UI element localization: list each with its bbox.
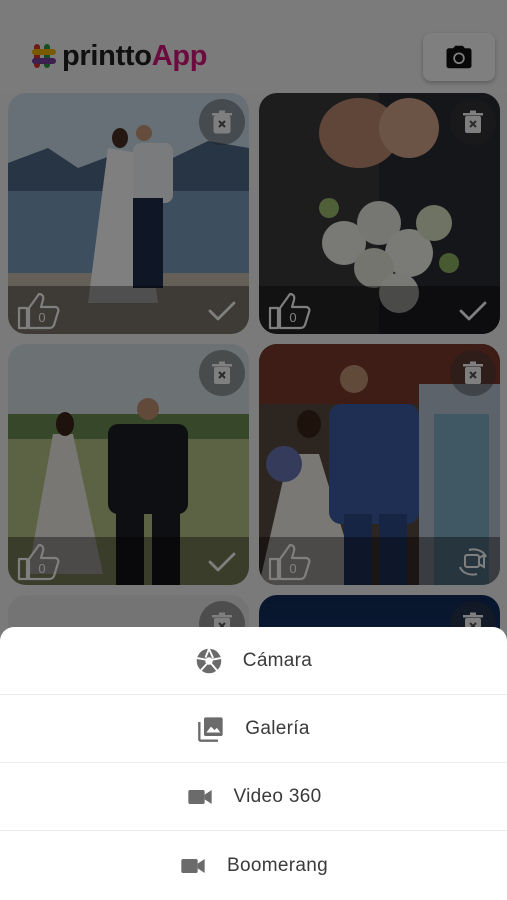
sheet-item-video-360[interactable]: Video 360 <box>0 763 507 831</box>
sheet-item-label: Galería <box>245 717 310 739</box>
sheet-item-label: Video 360 <box>233 785 322 807</box>
sheet-item-camera[interactable]: Cámara <box>0 627 507 695</box>
sheet-item-gallery[interactable]: Galería <box>0 695 507 763</box>
videocam-icon <box>187 789 212 804</box>
media-source-sheet: Cámara Galería Video 360 Boomerang <box>0 627 507 900</box>
sheet-item-label: Cámara <box>242 649 313 671</box>
sheet-item-boomerang[interactable]: Boomerang <box>0 831 507 900</box>
videocam-icon <box>181 858 205 873</box>
aperture-icon <box>196 647 222 673</box>
sheet-item-label: Boomerang <box>227 854 328 876</box>
photo-library-icon <box>198 716 223 742</box>
